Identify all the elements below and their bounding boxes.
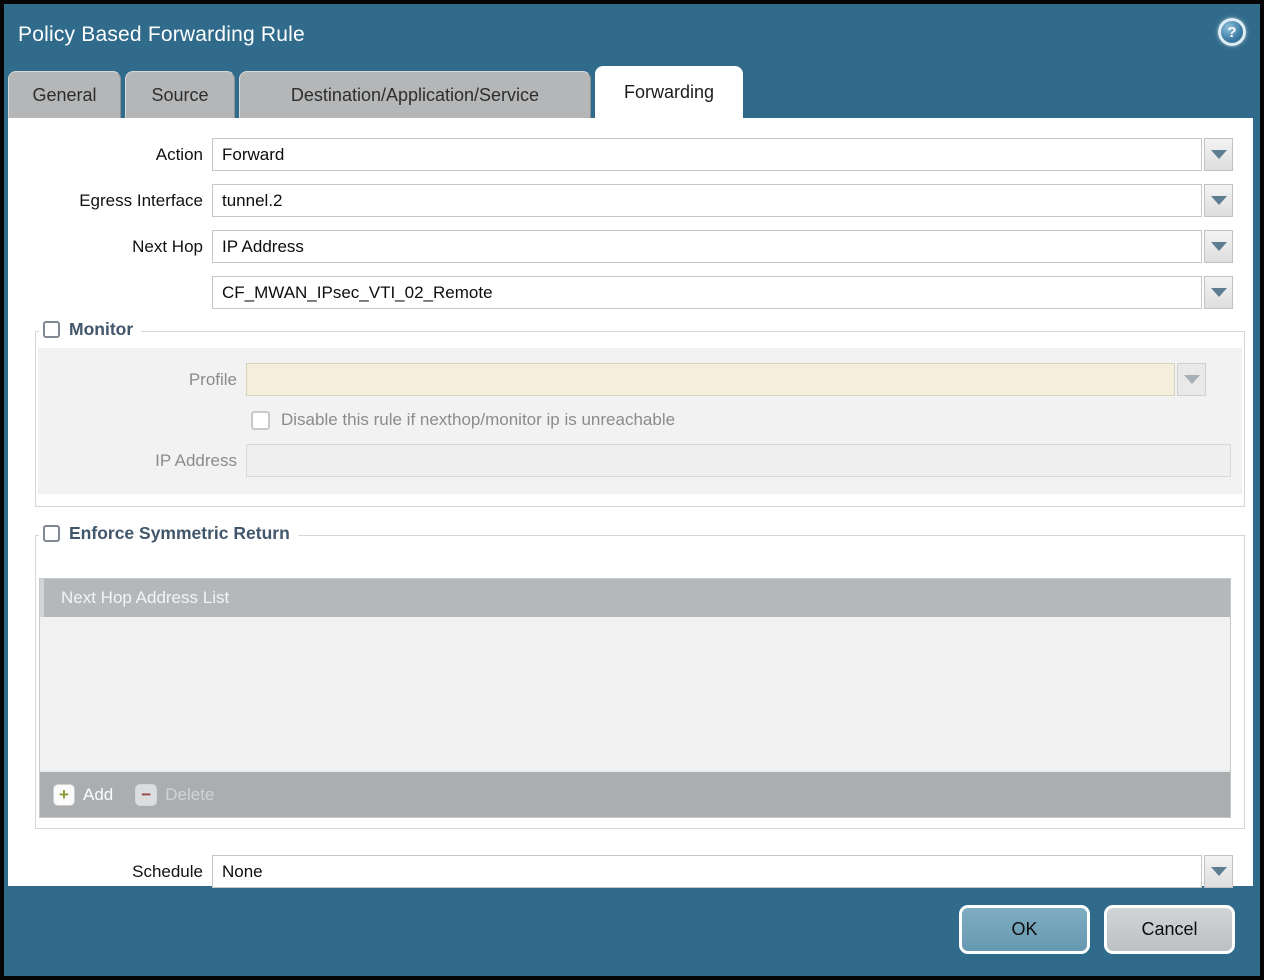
monitor-legend: Monitor	[39, 319, 141, 340]
monitor-ip-address-row: IP Address	[38, 444, 1231, 477]
next-hop-combo	[212, 230, 1233, 263]
delete-button-label: Delete	[165, 785, 214, 805]
profile-dropdown-button	[1177, 363, 1206, 396]
next-hop-label: Next Hop	[8, 237, 212, 257]
symmetric-return-legend-label: Enforce Symmetric Return	[69, 523, 290, 544]
schedule-combo	[212, 855, 1233, 888]
cancel-button[interactable]: Cancel	[1104, 905, 1235, 954]
page-title: Policy Based Forwarding Rule	[18, 23, 305, 47]
symmetric-return-legend: Enforce Symmetric Return	[39, 523, 298, 544]
monitor-legend-label: Monitor	[69, 319, 133, 340]
next-hop-address-table-header: Next Hop Address List	[40, 579, 1230, 617]
minus-icon: −	[135, 784, 157, 806]
add-button-label: Add	[83, 785, 113, 805]
ok-button[interactable]: OK	[959, 905, 1090, 954]
monitor-ip-address-input	[246, 444, 1231, 477]
disable-rule-row: Disable this rule if nexthop/monitor ip …	[251, 410, 1233, 430]
tab-destination-application-service[interactable]: Destination/Application/Service	[239, 71, 591, 118]
help-icon[interactable]: ?	[1218, 18, 1246, 46]
tabbar: General Source Destination/Application/S…	[4, 66, 1260, 118]
profile-combo	[246, 363, 1206, 396]
titlebar: Policy Based Forwarding Rule ?	[4, 4, 1260, 66]
action-combo	[212, 138, 1233, 171]
disable-rule-checkbox	[251, 411, 270, 430]
egress-interface-combo	[212, 184, 1233, 217]
tab-content: Action Egress Interface Next Hop	[8, 118, 1253, 886]
chevron-down-icon	[1211, 288, 1227, 297]
next-hop-input[interactable]	[212, 230, 1202, 263]
monitor-panel: Profile Disable this rule if nexthop/mon…	[38, 348, 1242, 494]
chevron-down-icon	[1184, 375, 1200, 384]
egress-interface-input[interactable]	[212, 184, 1202, 217]
action-dropdown-button[interactable]	[1204, 138, 1233, 171]
chevron-down-icon	[1211, 150, 1227, 159]
tab-forwarding[interactable]: Forwarding	[595, 66, 743, 118]
profile-input	[246, 363, 1175, 396]
next-hop-row: Next Hop	[8, 230, 1233, 263]
profile-label: Profile	[38, 370, 246, 390]
monitor-ip-address-field	[246, 444, 1231, 477]
symmetric-return-checkbox[interactable]	[43, 525, 60, 542]
next-hop-dropdown-button[interactable]	[1204, 230, 1233, 263]
egress-interface-label: Egress Interface	[8, 191, 212, 211]
tab-source[interactable]: Source	[125, 71, 235, 118]
next-hop-address-input[interactable]	[212, 276, 1202, 309]
action-row: Action	[8, 138, 1233, 171]
egress-interface-dropdown-button[interactable]	[1204, 184, 1233, 217]
schedule-input[interactable]	[212, 855, 1202, 888]
egress-interface-row: Egress Interface	[8, 184, 1233, 217]
schedule-dropdown-button[interactable]	[1204, 855, 1233, 888]
pbf-rule-dialog: Policy Based Forwarding Rule ? General S…	[0, 0, 1264, 980]
schedule-row: Schedule	[8, 855, 1233, 888]
monitor-fieldset: Monitor Profile Disable this rule	[35, 331, 1245, 507]
next-hop-address-table: Next Hop Address List + Add − Delete	[39, 578, 1231, 818]
next-hop-address-dropdown-button[interactable]	[1204, 276, 1233, 309]
dialog-footer: OK Cancel	[4, 886, 1260, 972]
next-hop-address-table-body[interactable]	[40, 617, 1230, 770]
action-input[interactable]	[212, 138, 1202, 171]
tab-general[interactable]: General	[8, 71, 121, 118]
monitor-ip-address-label: IP Address	[38, 451, 246, 471]
chevron-down-icon	[1211, 196, 1227, 205]
schedule-label: Schedule	[8, 862, 212, 882]
chevron-down-icon	[1211, 867, 1227, 876]
next-hop-address-row	[8, 276, 1233, 309]
symmetric-return-fieldset: Enforce Symmetric Return Next Hop Addres…	[35, 535, 1245, 829]
disable-rule-label: Disable this rule if nexthop/monitor ip …	[281, 410, 675, 430]
next-hop-address-combo	[212, 276, 1233, 309]
chevron-down-icon	[1211, 242, 1227, 251]
next-hop-address-table-footer: + Add − Delete	[40, 770, 1230, 817]
plus-icon: +	[53, 784, 75, 806]
action-label: Action	[8, 145, 212, 165]
profile-row: Profile	[38, 363, 1206, 396]
monitor-checkbox[interactable]	[43, 321, 60, 338]
add-button[interactable]: + Add	[53, 784, 113, 806]
delete-button: − Delete	[135, 784, 214, 806]
